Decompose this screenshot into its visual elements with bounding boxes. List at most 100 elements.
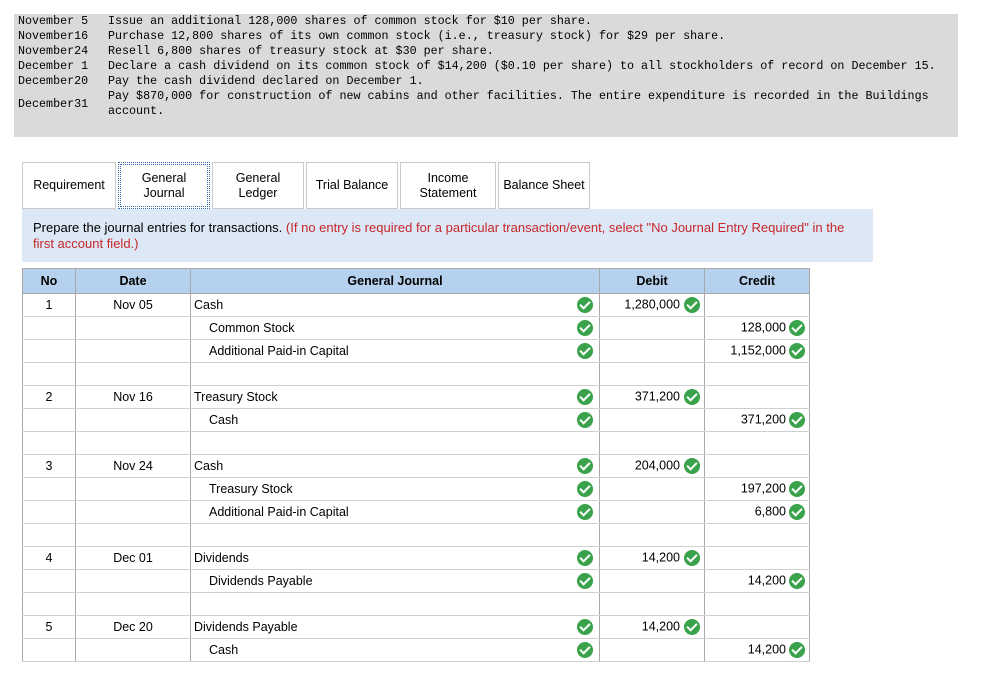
debit-field[interactable] [599, 316, 705, 340]
account-field[interactable]: Dividends Payable [190, 615, 600, 639]
account-field[interactable]: Treasury Stock [190, 385, 600, 409]
credit-field[interactable] [704, 293, 810, 317]
credit-field[interactable] [704, 546, 810, 570]
debit-value: 204,000 [634, 458, 680, 473]
credit-field[interactable] [704, 615, 810, 639]
instruction-text: Prepare the journal entries for transact… [33, 220, 286, 235]
credit-field[interactable]: 197,200 [704, 477, 810, 501]
account-name: Dividends Payable [194, 620, 298, 634]
debit-value: 1,280,000 [624, 297, 680, 312]
debit-field[interactable]: 371,200 [599, 385, 705, 409]
check-icon [577, 412, 593, 428]
entry-date[interactable]: Nov 16 [75, 385, 191, 409]
tab-requirement[interactable]: Requirement [22, 162, 116, 209]
tab-general-journal[interactable]: General Journal [118, 162, 210, 209]
account-field[interactable]: Cash [190, 293, 600, 317]
entry-number-empty [22, 477, 76, 501]
debit-field[interactable]: 14,200 [599, 615, 705, 639]
col-header-no: No [22, 268, 76, 294]
cell [22, 523, 76, 547]
credit-value: 1,152,000 [730, 343, 786, 358]
check-icon [684, 297, 700, 313]
credit-field[interactable]: 1,152,000 [704, 339, 810, 363]
cell [75, 431, 191, 455]
credit-field[interactable] [704, 362, 810, 386]
entry-date-empty [75, 339, 191, 363]
tx-text: Purchase 12,800 shares of its own common… [108, 29, 726, 43]
credit-value: 128,000 [740, 320, 786, 335]
tx-date: December20 [18, 74, 89, 88]
check-icon [789, 504, 805, 520]
account-field[interactable]: Dividends Payable [190, 569, 600, 593]
table-row: Additional Paid-in Capital 6,800 [22, 500, 810, 524]
entry-date-empty [75, 500, 191, 524]
debit-field[interactable] [599, 477, 705, 501]
account-field[interactable] [190, 362, 600, 386]
entry-number: 3 [22, 454, 76, 478]
tab-balance-sheet[interactable]: Balance Sheet [498, 162, 590, 209]
account-field[interactable]: Cash [190, 408, 600, 432]
account-field[interactable]: Common Stock [190, 316, 600, 340]
check-icon [684, 458, 700, 474]
credit-field[interactable]: 128,000 [704, 316, 810, 340]
account-name: Cash [209, 413, 239, 427]
account-field[interactable] [190, 523, 600, 547]
account-field[interactable]: Dividends [190, 546, 600, 570]
check-icon [577, 320, 593, 336]
credit-value: 371,200 [740, 412, 786, 427]
account-name: Cash [194, 298, 224, 312]
credit-field[interactable] [704, 523, 810, 547]
tab-income-statement[interactable]: Income Statement [400, 162, 496, 209]
credit-field[interactable] [704, 592, 810, 616]
credit-field[interactable]: 6,800 [704, 500, 810, 524]
table-row-blank [22, 523, 810, 547]
credit-field[interactable] [704, 454, 810, 478]
debit-field[interactable] [599, 362, 705, 386]
credit-field[interactable] [704, 431, 810, 455]
account-field[interactable]: Cash [190, 454, 600, 478]
debit-field[interactable] [599, 569, 705, 593]
debit-field[interactable] [599, 592, 705, 616]
debit-field[interactable]: 1,280,000 [599, 293, 705, 317]
debit-field[interactable] [599, 339, 705, 363]
table-row: 2 Nov 16 Treasury Stock 371,200 [22, 385, 810, 409]
debit-field[interactable]: 204,000 [599, 454, 705, 478]
account-field[interactable] [190, 431, 600, 455]
table-row: Cash 371,200 [22, 408, 810, 432]
tab-general-ledger[interactable]: General Ledger [212, 162, 304, 209]
credit-field[interactable] [704, 385, 810, 409]
general-journal-table: No Date General Journal Debit Credit 1 N… [22, 268, 810, 662]
entry-date[interactable]: Dec 20 [75, 615, 191, 639]
account-name: Cash [209, 643, 239, 657]
table-row: Treasury Stock 197,200 [22, 477, 810, 501]
credit-field[interactable]: 371,200 [704, 408, 810, 432]
cell [22, 362, 76, 386]
debit-field[interactable] [599, 408, 705, 432]
entry-date[interactable]: Nov 05 [75, 293, 191, 317]
table-row: Cash 14,200 [22, 638, 810, 662]
tx-date: December31 [18, 96, 89, 111]
debit-field[interactable] [599, 500, 705, 524]
col-header-debit: Debit [599, 268, 705, 294]
account-field[interactable]: Cash [190, 638, 600, 662]
account-name: Treasury Stock [209, 482, 293, 496]
debit-field[interactable] [599, 523, 705, 547]
debit-field[interactable] [599, 638, 705, 662]
table-row-blank [22, 362, 810, 386]
tab-trial-balance[interactable]: Trial Balance [306, 162, 398, 209]
entry-date[interactable]: Nov 24 [75, 454, 191, 478]
account-field[interactable] [190, 592, 600, 616]
account-field[interactable]: Additional Paid-in Capital [190, 339, 600, 363]
table-row-blank [22, 431, 810, 455]
entry-date[interactable]: Dec 01 [75, 546, 191, 570]
table-row: 1 Nov 05 Cash 1,280,000 [22, 293, 810, 317]
account-field[interactable]: Treasury Stock [190, 477, 600, 501]
credit-field[interactable]: 14,200 [704, 569, 810, 593]
debit-field[interactable] [599, 431, 705, 455]
debit-field[interactable]: 14,200 [599, 546, 705, 570]
instruction-box: Prepare the journal entries for transact… [22, 209, 873, 262]
tx-date: November24 [18, 44, 89, 58]
entry-number: 5 [22, 615, 76, 639]
credit-field[interactable]: 14,200 [704, 638, 810, 662]
account-field[interactable]: Additional Paid-in Capital [190, 500, 600, 524]
